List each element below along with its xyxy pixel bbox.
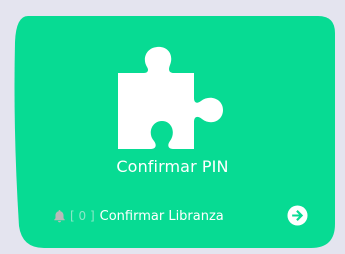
confirm-libranza-link[interactable]: Confirmar Libranza	[100, 209, 224, 224]
page: Confirmar PIN [ 0 ] Confirmar Libranza	[0, 0, 345, 254]
card-title: Confirmar PIN	[116, 157, 229, 176]
notification-counter: [ 0 ]	[70, 209, 95, 223]
puzzle-piece-icon	[118, 46, 223, 149]
bell-icon	[54, 210, 65, 223]
card-footer: [ 0 ] Confirmar Libranza	[53, 204, 224, 228]
confirm-pin-card[interactable]: Confirmar PIN [ 0 ] Confirmar Libranza	[0, 0, 345, 254]
arrow-right-circle-icon[interactable]	[287, 205, 308, 226]
